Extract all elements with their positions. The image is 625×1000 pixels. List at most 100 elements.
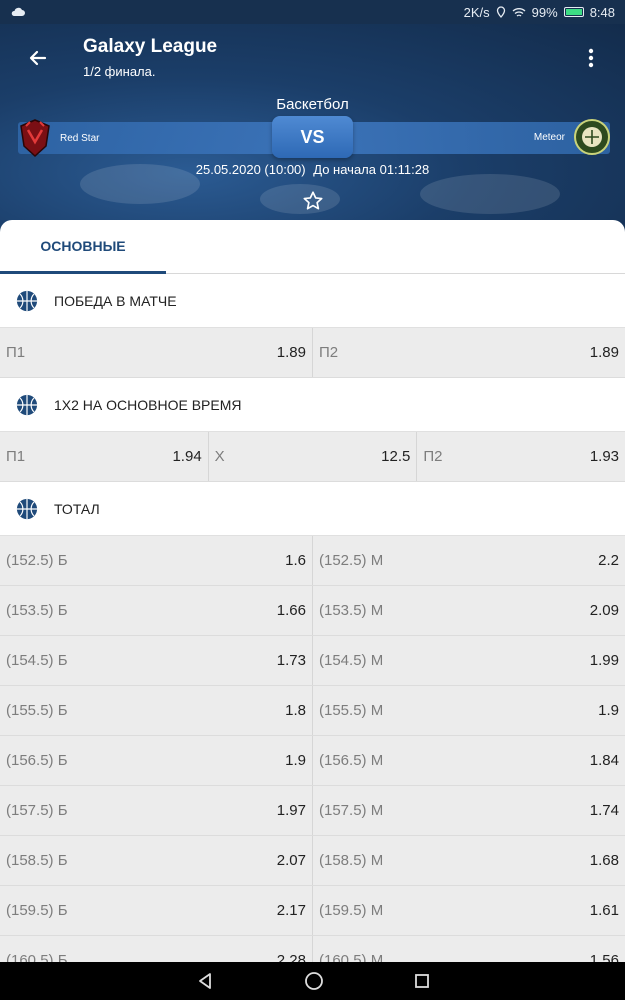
odd-cell[interactable]: П1 1.94 [0,432,209,481]
odd-label: (159.5) Б [6,902,68,919]
total-under-cell[interactable]: (160.5) М 1.56 [313,936,625,962]
sport-label: Баскетбол [276,96,349,113]
basketball-icon [16,394,38,415]
more-vertical-icon [588,48,594,68]
total-over-cell[interactable]: (158.5) Б 2.07 [0,836,313,885]
total-over-cell[interactable]: (160.5) Б 2.28 [0,936,313,962]
market-header-win[interactable]: ПОБЕДА В МАТЧЕ [0,274,625,328]
system-nav-bar [0,962,625,1000]
odd-cell[interactable]: П2 1.89 [313,328,625,377]
match-info: 25.05.2020 (10:00) До начала 01:11:28 [0,162,625,177]
odd-label: (160.5) Б [6,952,68,962]
favorite-button[interactable] [302,190,324,212]
odd-label: (156.5) М [319,752,384,769]
status-bar: 2K/s 99% 8:48 [0,0,625,24]
cloud-icon [11,7,25,16]
team-away-name: Meteor [533,131,565,143]
total-under-cell[interactable]: (157.5) М 1.74 [313,786,625,835]
red-star-logo-icon [20,119,50,158]
total-rows: (152.5) Б 1.6 (152.5) М 2.2 (153.5) Б 1.66 (15… [0,536,625,962]
odd-label: (157.5) М [319,802,384,819]
odd-value: 2.28 [276,952,306,962]
total-over-cell[interactable]: (156.5) Б 1.9 [0,736,313,785]
total-over-cell[interactable]: (154.5) Б 1.73 [0,636,313,685]
nav-back-icon[interactable] [196,972,214,990]
total-over-cell[interactable]: (159.5) Б 2.17 [0,886,313,935]
odd-value: 1.61 [589,902,619,919]
odd-label: (154.5) Б [6,652,68,669]
total-under-cell[interactable]: (152.5) М 2.2 [313,536,625,585]
battery-percent: 99% [531,4,558,20]
total-row: (154.5) Б 1.73 (154.5) М 1.99 [0,636,625,686]
odd-label: П2 [319,344,339,361]
nav-recents-icon[interactable] [414,973,430,989]
odd-value: 1.94 [172,448,202,465]
more-menu-button[interactable] [579,44,603,72]
match-datetime: 25.05.2020 (10:00) [195,162,306,177]
odd-value: 1.9 [285,752,306,769]
odd-label: (156.5) Б [6,752,68,769]
odd-label: (153.5) М [319,602,384,619]
total-row: (156.5) Б 1.9 (156.5) М 1.84 [0,736,625,786]
back-button[interactable] [24,44,52,72]
team-home-name: Red Star [60,132,100,144]
odd-value: 1.9 [598,702,619,719]
odd-value: 2.07 [276,852,306,869]
odds-row: П1 1.89 П2 1.89 [0,328,625,378]
star-outline-icon [303,191,323,210]
total-row: (152.5) Б 1.6 (152.5) М 2.2 [0,536,625,586]
odd-label: (158.5) М [319,852,384,869]
total-under-cell[interactable]: (159.5) М 1.61 [313,886,625,935]
total-under-cell[interactable]: (155.5) М 1.9 [313,686,625,735]
odds-row: П1 1.94 Х 12.5 П2 1.93 [0,432,625,482]
odd-cell[interactable]: П1 1.89 [0,328,313,377]
total-under-cell[interactable]: (154.5) М 1.99 [313,636,625,685]
market-title: ПОБЕДА В МАТЧЕ [54,292,177,309]
meteor-logo-icon [574,119,610,155]
market-header-1x2[interactable]: 1Х2 НА ОСНОВНОЕ ВРЕМЯ [0,378,625,432]
team-away[interactable]: Meteor [534,118,611,156]
market-header-total[interactable]: ТОТАЛ [0,482,625,536]
odd-value: 1.66 [276,602,306,619]
odd-value: 1.84 [589,752,619,769]
odd-value: 1.89 [589,344,619,361]
odd-label: (160.5) М [319,952,384,962]
total-row: (153.5) Б 1.66 (153.5) М 2.09 [0,586,625,636]
odd-value: 1.73 [276,652,306,669]
odd-cell[interactable]: П2 1.93 [417,432,625,481]
markets-list: ПОБЕДА В МАТЧЕ П1 1.89 П2 1.89 1Х2 НА ОСНО… [0,274,625,962]
odd-value: 12.5 [381,448,411,465]
clock: 8:48 [589,4,615,20]
league-title: Galaxy League [83,36,218,57]
total-under-cell[interactable]: (153.5) М 2.09 [313,586,625,635]
odd-label: П2 [423,448,443,465]
total-row: (158.5) Б 2.07 (158.5) М 1.68 [0,836,625,886]
team-home[interactable]: Red Star [18,118,99,158]
total-row: (157.5) Б 1.97 (157.5) М 1.74 [0,786,625,836]
odd-label: П1 [6,448,26,465]
total-under-cell[interactable]: (158.5) М 1.68 [313,836,625,885]
total-over-cell[interactable]: (152.5) Б 1.6 [0,536,313,585]
match-header: Galaxy League 1/2 финала. Баскетбол Red … [0,24,625,236]
total-over-cell[interactable]: (153.5) Б 1.66 [0,586,313,635]
odd-value: 1.89 [276,344,306,361]
total-over-cell[interactable]: (155.5) Б 1.8 [0,686,313,735]
basketball-icon [16,498,38,519]
odd-label: (158.5) Б [6,852,68,869]
market-title: ТОТАЛ [54,500,100,517]
odd-label: (152.5) Б [6,552,68,569]
total-over-cell[interactable]: (157.5) Б 1.97 [0,786,313,835]
tab-main[interactable]: ОСНОВНЫЕ [0,220,166,274]
odd-label: (152.5) М [319,552,384,569]
odd-label: (153.5) Б [6,602,68,619]
odd-value: 2.2 [598,552,619,569]
nav-home-icon[interactable] [304,971,324,991]
odd-value: 1.6 [285,552,306,569]
odd-label: (155.5) Б [6,702,68,719]
odd-label: Х [214,448,225,465]
vs-badge: VS [272,116,353,158]
total-under-cell[interactable]: (156.5) М 1.84 [313,736,625,785]
odd-value: 1.99 [589,652,619,669]
market-tabs: ОСНОВНЫЕ [0,220,625,274]
odd-cell[interactable]: Х 12.5 [209,432,418,481]
